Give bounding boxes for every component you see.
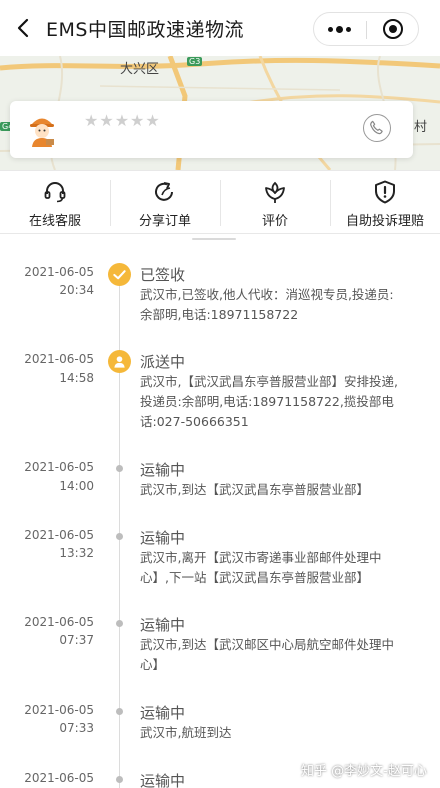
share-order-button[interactable]: 分享订单 — [110, 171, 220, 233]
entry-status: 运输中 — [140, 704, 186, 722]
entry-status: 已签收 — [140, 266, 186, 284]
mini-program-capsule — [313, 12, 419, 46]
entry-status: 运输中 — [140, 529, 186, 547]
entry-date: 2021-06-05 — [24, 352, 94, 366]
map-district-label: 大兴区 — [120, 62, 160, 77]
timeline-dot — [116, 533, 123, 540]
entry-status: 运输中 — [140, 616, 186, 634]
entry-time: 20:34 — [59, 283, 94, 297]
entry-description: 武汉市,到达【武汉邮区中心局航空邮件处理中心】 — [140, 637, 394, 672]
headset-icon — [44, 182, 66, 203]
courier-icon — [108, 350, 131, 373]
map-place-label: 村 — [414, 120, 428, 135]
action-label: 在线客服 — [28, 214, 81, 229]
timeline-dot — [116, 620, 123, 627]
watermark: 知乎 @李妙文-赵可心 — [301, 764, 427, 779]
entry-time: 14:00 — [59, 479, 94, 493]
entry-time: 13:32 — [59, 546, 94, 560]
call-courier-button[interactable] — [363, 114, 391, 142]
title-bar: EMS中国邮政速递物流 — [0, 0, 440, 56]
entry-description: 武汉市,航班到达 — [140, 725, 232, 740]
entry-time: 07:37 — [59, 633, 94, 647]
entry-description: 武汉市,【武汉武昌东亭普服营业部】安排投递,投递员:余部明,电话:1897115… — [140, 374, 398, 429]
action-label: 分享订单 — [138, 214, 191, 229]
back-icon[interactable] — [12, 16, 36, 40]
entry-time: 07:33 — [59, 721, 94, 735]
more-options-button[interactable] — [314, 13, 366, 45]
entry-date: 2021-06-05 — [24, 615, 94, 629]
entry-status: 派送中 — [140, 353, 186, 371]
entry-description: 武汉市,离开【武汉市寄递事业部邮件处理中心】,下一站【武汉武昌东亭普服营业部】 — [140, 550, 382, 585]
action-label: 自助投诉理赔 — [345, 214, 424, 229]
action-bar: 在线客服 分享订单 评价 自助投诉理赔 — [0, 170, 440, 234]
share-icon — [155, 182, 173, 201]
entry-date: 2021-06-05 — [24, 703, 94, 717]
entry-date: 2021-06-05 — [24, 265, 94, 279]
entry-time: 14:58 — [59, 371, 94, 385]
entry-description: 武汉市,到达【武汉武昌东亭普服营业部】 — [140, 482, 369, 497]
courier-card: ★★★★★ — [10, 101, 413, 158]
self-service-complaint-button[interactable]: 自助投诉理赔 — [330, 171, 440, 233]
entry-description: 武汉市,已签收,他人代收：消巡视专员,投递员:余部明,电话:1897115872… — [140, 287, 394, 322]
entry-date: 2021-06-05 — [24, 771, 94, 785]
shield-alert-icon — [375, 180, 395, 204]
timeline-dot — [116, 776, 123, 783]
drag-handle[interactable] — [192, 238, 236, 240]
action-label: 评价 — [261, 214, 288, 229]
rate-button[interactable]: 评价 — [220, 171, 330, 233]
map-road-badge: G3 — [187, 57, 203, 66]
entry-date: 2021-06-05 — [24, 460, 94, 474]
entry-status: 运输中 — [140, 772, 186, 788]
rating-flower-icon — [265, 181, 285, 203]
entry-status: 运输中 — [140, 461, 186, 479]
close-mini-program-button[interactable] — [367, 13, 419, 45]
check-icon — [108, 263, 131, 286]
timeline-dot — [116, 465, 123, 472]
phone-icon — [370, 120, 383, 135]
courier-rating-stars: ★★★★★ — [84, 111, 161, 130]
entry-date: 2021-06-05 — [24, 528, 94, 542]
page-title: EMS中国邮政速递物流 — [46, 19, 244, 41]
online-service-button[interactable]: 在线客服 — [0, 171, 110, 233]
timeline-dot — [116, 708, 123, 715]
courier-avatar — [24, 111, 60, 147]
